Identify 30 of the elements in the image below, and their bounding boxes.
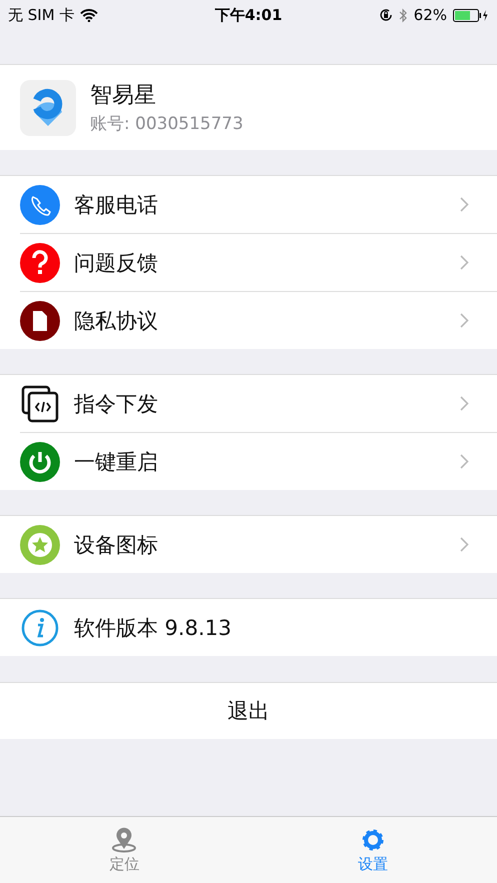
app-name: 智易星 bbox=[90, 82, 157, 110]
code-window-icon bbox=[20, 384, 60, 424]
chevron-icon bbox=[460, 454, 469, 469]
power-icon bbox=[20, 442, 60, 482]
document-icon bbox=[20, 300, 60, 340]
phone-icon bbox=[20, 184, 60, 224]
settings-row[interactable]: 隐私协议 bbox=[20, 291, 497, 349]
location-pin-icon bbox=[110, 826, 138, 852]
settings-row[interactable]: 问题反馈 bbox=[20, 233, 497, 291]
battery-percent: 62% bbox=[414, 6, 447, 24]
chevron-icon bbox=[460, 396, 469, 411]
settings-icon bbox=[360, 826, 386, 852]
chevron-icon bbox=[460, 537, 469, 552]
settings-row[interactable]: 客服电话 bbox=[20, 176, 497, 233]
wifi-icon bbox=[80, 8, 98, 22]
chevron-icon bbox=[460, 313, 469, 328]
status-time: 下午4:01 bbox=[214, 6, 282, 24]
battery-charging-icon bbox=[453, 8, 489, 22]
rotation-lock-icon bbox=[378, 8, 393, 22]
settings-row[interactable]: 指令下发 bbox=[20, 375, 497, 432]
info-icon bbox=[20, 608, 60, 648]
account-number: 账号: 0030515773 bbox=[90, 113, 244, 135]
chevron-icon bbox=[460, 197, 469, 212]
question-icon bbox=[20, 242, 60, 282]
settings-row[interactable]: 一键重启 bbox=[20, 432, 497, 490]
carrier-label: 无 SIM 卡 bbox=[8, 6, 74, 24]
bluetooth-icon bbox=[398, 8, 408, 22]
chevron-icon bbox=[460, 255, 469, 270]
app-logo-icon bbox=[20, 80, 76, 136]
logout-button[interactable]: 退出 bbox=[0, 682, 497, 739]
